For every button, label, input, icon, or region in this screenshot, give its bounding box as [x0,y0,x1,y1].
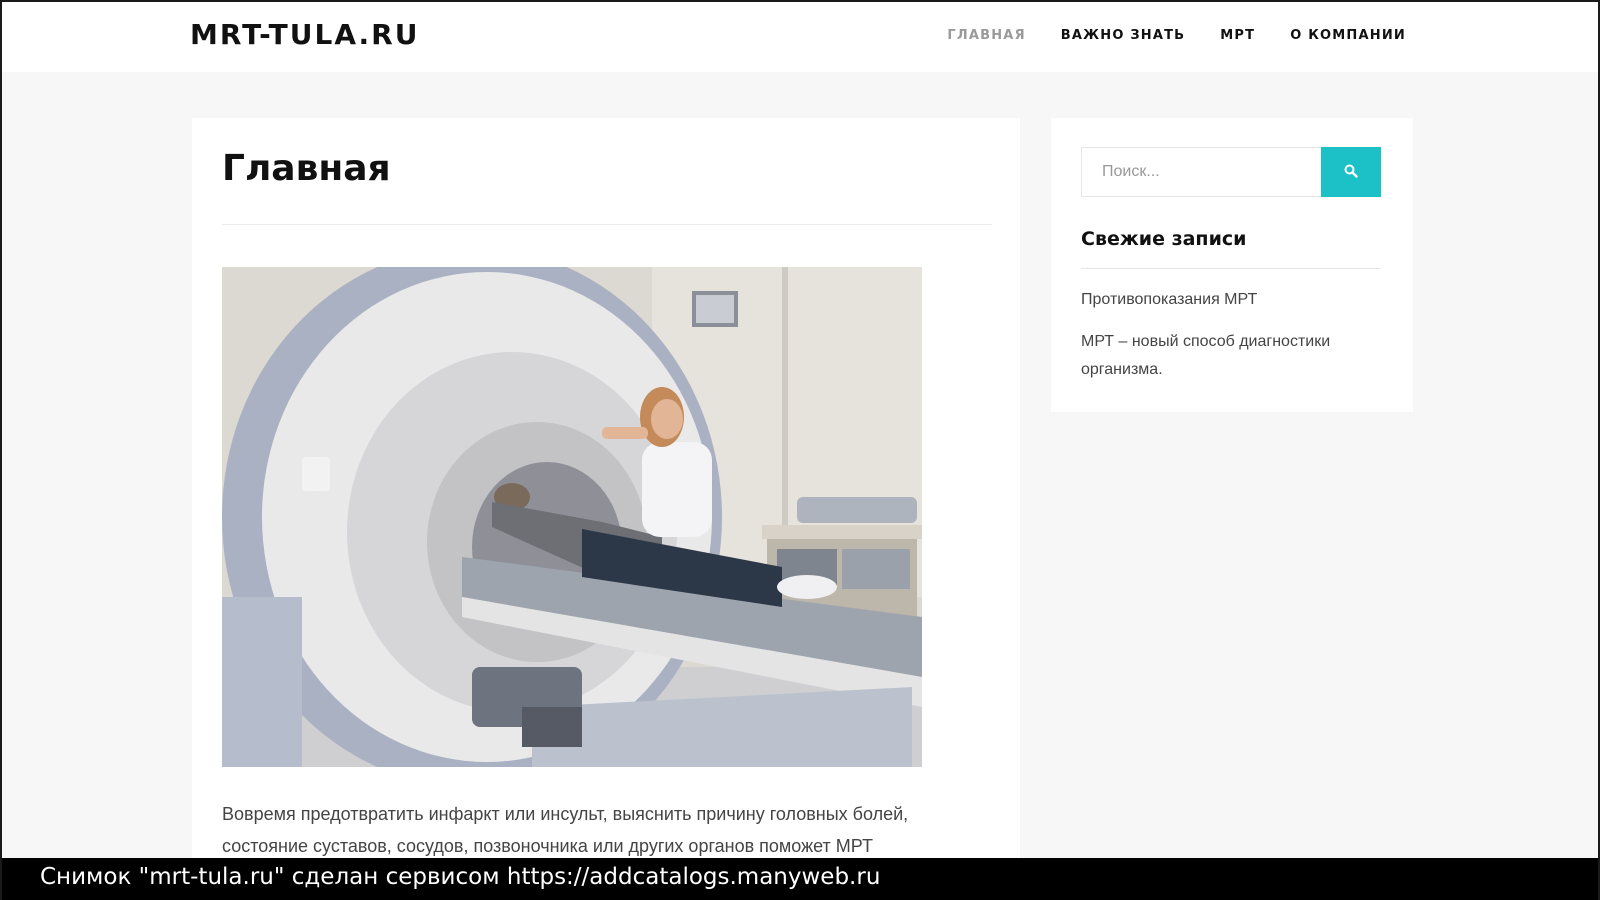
title-divider [222,224,992,225]
site-header: MRT-TULA.RU ГЛАВНАЯ ВАЖНО ЗНАТЬ МРТ О КО… [2,2,1598,72]
recent-posts-list: Противопоказания МРТ МРТ – новый способ … [1081,286,1381,398]
search-button[interactable] [1321,147,1381,197]
nav-item-about[interactable]: О КОМПАНИИ [1290,28,1406,43]
page-title: Главная [222,148,391,189]
screenshot-caption: Снимок "mrt-tula.ru" сделан сервисом htt… [40,864,881,890]
mri-scanner-photo [222,267,922,767]
site-logo[interactable]: MRT-TULA.RU [190,18,419,51]
intro-text: Вовремя предотвратить инфаркт или инсуль… [222,804,909,856]
nav-item-home[interactable]: ГЛАВНАЯ [947,28,1025,43]
nav-item-important[interactable]: ВАЖНО ЗНАТЬ [1061,28,1186,43]
widget-divider [1081,268,1381,269]
sidebar: Свежие записи Противопоказания МРТ МРТ –… [1051,118,1413,412]
recent-post-link[interactable]: Противопоказания МРТ [1081,286,1381,314]
recent-posts-title: Свежие записи [1081,228,1247,250]
search-icon [1344,164,1358,181]
main-nav: ГЛАВНАЯ ВАЖНО ЗНАТЬ МРТ О КОМПАНИИ [947,28,1406,43]
search-form [1081,147,1381,197]
nav-item-mri[interactable]: МРТ [1220,28,1255,43]
recent-post-link[interactable]: МРТ – новый способ диагностики организма… [1081,328,1381,384]
screenshot-caption-bar: Снимок "mrt-tula.ru" сделан сервисом htt… [2,858,1598,900]
search-input[interactable] [1081,147,1321,197]
content-card: Главная Вовремя предотвратить инфаркт ил… [192,118,1020,900]
